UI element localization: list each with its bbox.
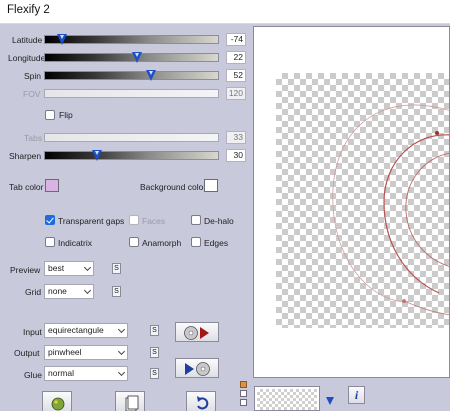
undo-button[interactable]	[186, 391, 216, 411]
info-button[interactable]: i	[348, 386, 365, 404]
glue-value: normal	[48, 368, 74, 378]
sharpen-label: Sharpen	[9, 151, 42, 161]
flip-label: Flip	[59, 110, 73, 120]
sharpen-slider-thumb[interactable]	[92, 149, 102, 162]
grid-value: none	[48, 286, 67, 296]
tab-color-swatch[interactable]	[45, 179, 59, 192]
dice-icon	[51, 397, 65, 411]
grid-select[interactable]: none	[44, 284, 94, 299]
fov-label: FOV	[23, 89, 41, 99]
output-label: Output	[14, 348, 40, 358]
anamorph-checkbox[interactable]	[129, 237, 139, 247]
de-halo-checkbox[interactable]	[191, 215, 201, 225]
transparent-gaps-checkbox[interactable]	[45, 215, 55, 225]
preview-quality-s-button[interactable]: S	[112, 263, 121, 274]
preview-quality-value: best	[48, 263, 65, 273]
edges-label: Edges	[204, 238, 229, 248]
anamorph-label: Anamorph	[142, 238, 182, 248]
title-bar: Flexify 2	[0, 0, 450, 24]
document-icon	[125, 395, 139, 411]
chevron-down-icon	[83, 263, 92, 272]
background-color-swatch[interactable]	[204, 179, 218, 192]
output-projection-value: pinwheel	[48, 347, 82, 357]
input-preview-button[interactable]	[175, 322, 219, 342]
randomize-button[interactable]	[42, 391, 72, 411]
chevron-down-icon	[117, 368, 126, 377]
grid-s-button[interactable]: S	[112, 286, 121, 297]
sharpen-value[interactable]: 30	[226, 149, 246, 162]
input-projection-value: equirectangule	[48, 325, 104, 335]
output-preview-button[interactable]	[175, 358, 219, 378]
flip-checkbox[interactable]	[45, 110, 55, 120]
window-title: Flexify 2	[7, 4, 50, 16]
longitude-label: Longitude	[8, 53, 46, 63]
de-halo-label: De-halo	[204, 216, 234, 226]
white-indicator-icon	[240, 399, 247, 406]
zoom-slider-thumb-icon[interactable]	[326, 397, 334, 405]
tabs-slider	[44, 133, 219, 142]
thumbnail-checkerboard	[257, 389, 317, 410]
longitude-slider-thumb[interactable]	[132, 51, 142, 64]
latitude-slider-thumb[interactable]	[57, 33, 67, 46]
undo-arrow-icon	[197, 396, 209, 410]
indicatrix-label: Indicatrix	[58, 238, 93, 248]
glue-label: Glue	[24, 370, 42, 380]
sharpen-slider[interactable]	[44, 149, 219, 162]
tabs-value: 33	[226, 131, 246, 144]
output-s-button[interactable]: S	[150, 347, 159, 358]
navigator-thumbnail[interactable]	[254, 386, 320, 411]
preview-canvas[interactable]	[253, 26, 450, 378]
longitude-value[interactable]: 22	[226, 51, 246, 64]
input-s-button[interactable]: S	[150, 325, 159, 336]
latitude-slider[interactable]	[44, 33, 219, 46]
latitude-value[interactable]: -74	[226, 33, 246, 46]
edges-checkbox[interactable]	[191, 237, 201, 247]
spin-value[interactable]: 52	[226, 69, 246, 82]
transparent-gaps-label: Transparent gaps	[58, 216, 125, 226]
glue-s-button[interactable]: S	[150, 368, 159, 379]
spin-slider-thumb[interactable]	[146, 69, 156, 82]
output-projection-select[interactable]: pinwheel	[44, 345, 128, 360]
pinwheel-preview-image	[332, 104, 449, 316]
tab-color-label: Tab color	[9, 182, 44, 192]
white-indicator-icon	[240, 390, 247, 397]
background-color-label: Background color	[140, 182, 207, 192]
preview-quality-label: Preview	[10, 265, 41, 275]
glue-select[interactable]: normal	[44, 366, 128, 381]
play-disc-icon	[185, 362, 210, 376]
chevron-down-icon	[117, 325, 126, 334]
input-projection-select[interactable]: equirectangule	[44, 323, 128, 338]
preview-quality-select[interactable]: best	[44, 261, 94, 276]
fov-value: 120	[226, 87, 246, 100]
new-document-button[interactable]	[115, 391, 145, 411]
chevron-down-icon	[117, 347, 126, 356]
chevron-down-icon	[83, 286, 92, 295]
tabs-label: Tabs	[24, 133, 42, 143]
input-label: Input	[23, 327, 42, 337]
longitude-slider[interactable]	[44, 51, 219, 64]
indicatrix-checkbox[interactable]	[45, 237, 55, 247]
grid-label: Grid	[25, 287, 42, 297]
latitude-label: Latitude	[12, 35, 43, 45]
disc-play-icon	[184, 326, 209, 340]
faces-checkbox	[129, 215, 139, 225]
spin-slider[interactable]	[44, 69, 219, 82]
spin-label: Spin	[24, 71, 42, 81]
faces-label: Faces	[142, 216, 166, 226]
fov-slider	[44, 89, 219, 98]
orange-indicator-icon	[240, 381, 247, 388]
